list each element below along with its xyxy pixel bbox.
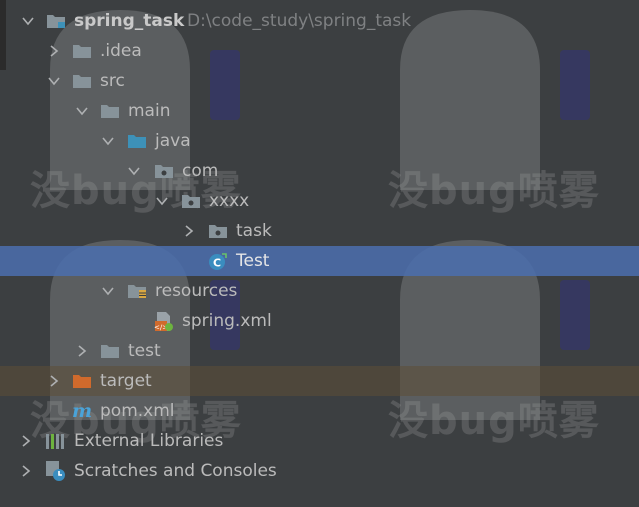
chevron-right-icon[interactable]: [48, 45, 60, 57]
spring-xml-label: spring.xml: [182, 311, 272, 331]
tree-row-spring-xml[interactable]: </> spring.xml: [0, 306, 639, 336]
resources-label: resources: [155, 281, 238, 301]
module-folder-icon: [46, 13, 65, 29]
target-label: target: [100, 371, 152, 391]
tree-row-idea[interactable]: .idea: [0, 36, 639, 66]
tree-row-pom[interactable]: m pom.xml: [0, 396, 639, 426]
package-icon: [154, 163, 173, 179]
maven-icon: m: [72, 402, 98, 420]
spring-xml-file-icon: </>: [154, 311, 173, 332]
folder-icon: [72, 73, 91, 89]
project-tree: spring_task D:\code_study\spring_task .i…: [0, 6, 639, 486]
java-label: java: [155, 131, 191, 151]
tree-row-xxxx[interactable]: xxxx: [0, 186, 639, 216]
chevron-down-icon[interactable]: [48, 75, 60, 87]
tree-row-task[interactable]: task: [0, 216, 639, 246]
tree-row-src[interactable]: src: [0, 66, 639, 96]
test-dir-label: test: [128, 341, 161, 361]
excluded-folder-icon: [72, 373, 91, 389]
tree-row-test-dir[interactable]: test: [0, 336, 639, 366]
tree-row-resources[interactable]: resources: [0, 276, 639, 306]
tree-row-test-class[interactable]: C Test: [0, 246, 639, 276]
tree-row-external-libraries[interactable]: External Libraries: [0, 426, 639, 456]
tree-row-target[interactable]: target: [0, 366, 639, 396]
root-label: spring_task: [74, 11, 185, 31]
chevron-right-icon[interactable]: [183, 225, 195, 237]
svg-text:m: m: [72, 402, 92, 420]
folder-icon: [100, 103, 119, 119]
com-label: com: [182, 161, 219, 181]
tree-row-root[interactable]: spring_task D:\code_study\spring_task: [0, 6, 639, 36]
task-label: task: [236, 221, 272, 241]
tree-row-java[interactable]: java: [0, 126, 639, 156]
package-icon: [181, 193, 200, 209]
chevron-down-icon[interactable]: [102, 135, 114, 147]
tree-row-com[interactable]: com: [0, 156, 639, 186]
main-label: main: [128, 101, 171, 121]
xxxx-label: xxxx: [209, 191, 250, 211]
java-class-icon: C: [208, 252, 227, 270]
chevron-right-icon[interactable]: [20, 465, 32, 477]
chevron-right-icon[interactable]: [76, 345, 88, 357]
external-libraries-label: External Libraries: [74, 431, 224, 451]
chevron-down-icon[interactable]: [76, 105, 88, 117]
src-label: src: [100, 71, 125, 91]
chevron-down-icon[interactable]: [102, 285, 114, 297]
left-edge-strip: [0, 0, 6, 70]
test-class-label: Test: [236, 251, 270, 271]
chevron-down-icon[interactable]: [128, 165, 140, 177]
svg-text:C: C: [213, 257, 221, 270]
scratches-label: Scratches and Consoles: [74, 461, 277, 481]
pom-label: pom.xml: [100, 401, 175, 421]
package-icon: [208, 223, 227, 239]
chevron-right-icon[interactable]: [48, 375, 60, 387]
folder-icon: [100, 343, 119, 359]
chevron-down-icon[interactable]: [156, 195, 168, 207]
resources-folder-icon: [127, 283, 146, 299]
idea-label: .idea: [100, 41, 142, 61]
folder-icon: [72, 43, 91, 59]
tree-row-main[interactable]: main: [0, 96, 639, 126]
root-path: D:\code_study\spring_task: [187, 11, 412, 31]
scratches-icon: [45, 460, 65, 481]
chevron-down-icon[interactable]: [22, 15, 34, 27]
source-folder-icon: [127, 133, 146, 149]
tree-row-scratches[interactable]: Scratches and Consoles: [0, 456, 639, 486]
library-icon: [45, 432, 64, 449]
chevron-right-icon[interactable]: [20, 435, 32, 447]
